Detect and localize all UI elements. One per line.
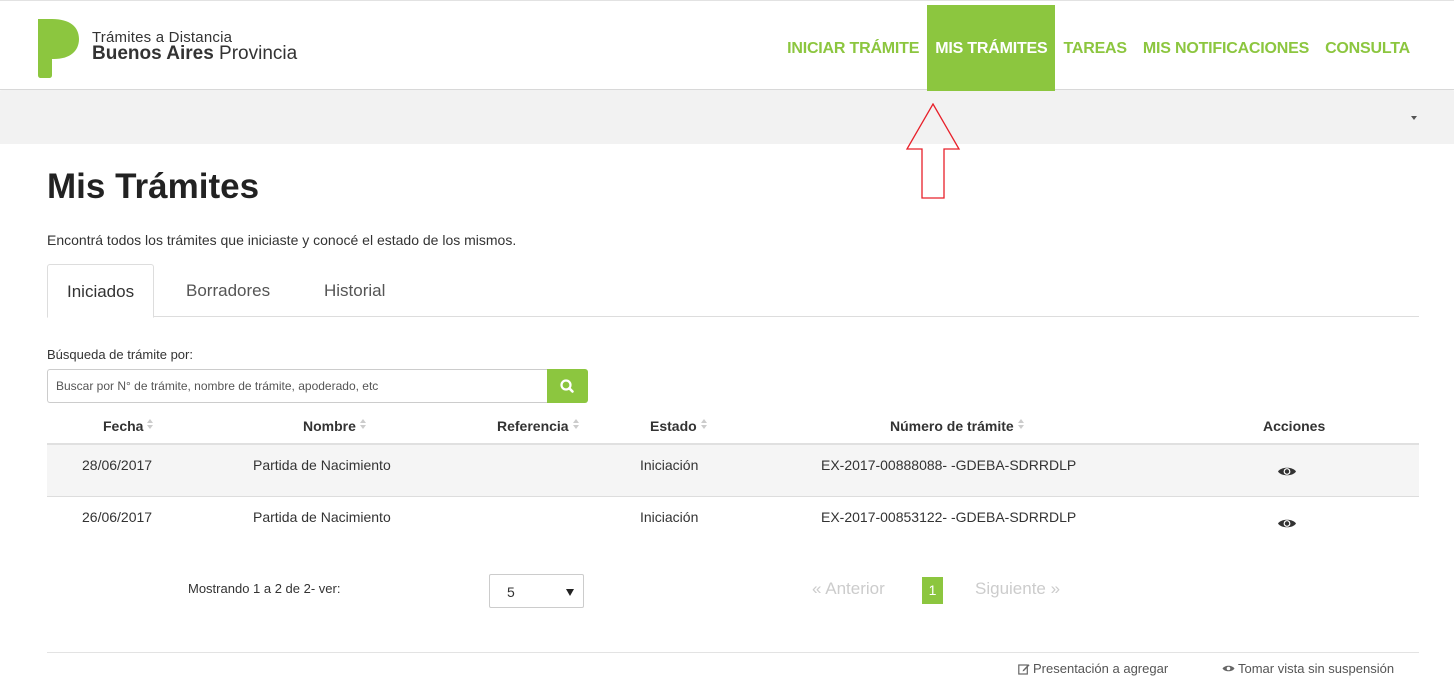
user-menu-caret-icon[interactable] (1411, 116, 1417, 120)
sort-icon (572, 419, 580, 431)
tab-borradores[interactable]: Borradores (167, 264, 289, 317)
showing-count: Mostrando 1 a 2 de 2- ver: (188, 581, 341, 596)
annotation-arrow-up-icon (905, 103, 961, 199)
cell-fecha: 26/06/2017 (82, 509, 153, 525)
tomar-vista-link[interactable]: Tomar vista sin suspensión (1222, 661, 1394, 676)
footer-divider (47, 652, 1419, 653)
eye-icon (1222, 665, 1235, 672)
nav-mis-tramites[interactable]: MIS TRÁMITES (927, 5, 1056, 91)
tabs-bar: Iniciados Borradores Historial (47, 264, 1419, 318)
col-header-referencia-label: Referencia (497, 418, 569, 434)
nav-consulta[interactable]: CONSULTA (1317, 5, 1418, 91)
presentacion-agregar-link[interactable]: Presentación a agregar (1018, 661, 1168, 676)
pagination-page-1[interactable]: 1 (922, 577, 943, 604)
nav-mis-notificaciones[interactable]: MIS NOTIFICACIONES (1135, 5, 1317, 91)
sub-bar (0, 91, 1454, 144)
nav-iniciar-tramite[interactable]: INICIAR TRÁMITE (779, 5, 927, 91)
cell-fecha: 28/06/2017 (82, 457, 153, 473)
main-nav: INICIAR TRÁMITE MIS TRÁMITES TAREAS MIS … (779, 5, 1418, 91)
col-header-nombre-label: Nombre (303, 418, 356, 434)
brand-text[interactable]: Trámites a Distancia Buenos Aires Provin… (92, 30, 298, 64)
top-header: Trámites a Distancia Buenos Aires Provin… (0, 0, 1454, 91)
page-size-select[interactable]: 5 (489, 574, 584, 608)
col-header-fecha-label: Fecha (103, 418, 144, 434)
col-header-numero[interactable]: Número de trámite (890, 418, 1025, 434)
presentacion-agregar-label: Presentación a agregar (1033, 661, 1169, 676)
nav-tareas[interactable]: TAREAS (1055, 5, 1134, 91)
search-label: Búsqueda de trámite por: (47, 347, 193, 362)
col-header-numero-label: Número de trámite (890, 418, 1014, 434)
tomar-vista-label: Tomar vista sin suspensión (1238, 661, 1395, 676)
cell-nombre: Partida de Nacimiento (253, 509, 391, 525)
col-header-estado[interactable]: Estado (650, 418, 708, 434)
tab-historial[interactable]: Historial (305, 264, 404, 317)
col-header-acciones: Acciones (1263, 418, 1326, 434)
search-input[interactable] (48, 370, 547, 402)
province-logo[interactable] (34, 17, 80, 79)
col-header-referencia[interactable]: Referencia (497, 418, 580, 434)
page-title: Mis Trámites (47, 167, 260, 206)
edit-icon (1018, 663, 1030, 675)
tab-iniciados[interactable]: Iniciados (47, 264, 155, 318)
cell-numero: EX-2017-00853122- -GDEBA-SDRRDLP (821, 509, 1077, 525)
search-icon (560, 379, 574, 393)
sort-icon (700, 419, 708, 431)
page-size-value: 5 (507, 584, 515, 600)
sort-icon (359, 419, 367, 431)
eye-icon[interactable] (1277, 465, 1297, 478)
brand-bold: Buenos Aires (92, 43, 214, 64)
eye-icon[interactable] (1277, 517, 1297, 530)
sort-icon (1017, 419, 1025, 431)
search-box (47, 369, 547, 403)
cell-nombre: Partida de Nacimiento (253, 457, 391, 473)
page-subtitle: Encontrá todos los trámites que iniciast… (47, 232, 517, 248)
brand-rest: Provincia (213, 43, 298, 64)
col-header-estado-label: Estado (650, 418, 697, 434)
pagination-next[interactable]: Siguiente » (975, 579, 1060, 599)
search-button[interactable] (547, 369, 588, 403)
table-row: 26/06/2017 Partida de Nacimiento Iniciac… (47, 497, 1419, 549)
brand-line-2: Buenos Aires Provincia (92, 43, 298, 64)
col-header-nombre[interactable]: Nombre (303, 418, 367, 434)
cell-estado: Iniciación (640, 457, 699, 473)
pagination-prev[interactable]: « Anterior (812, 579, 885, 599)
sort-icon (146, 419, 154, 431)
cell-numero: EX-2017-00888088- -GDEBA-SDRRDLP (821, 457, 1077, 473)
chevron-down-icon (566, 589, 574, 596)
cell-estado: Iniciación (640, 509, 699, 525)
col-header-fecha[interactable]: Fecha (103, 418, 154, 434)
table-row: 28/06/2017 Partida de Nacimiento Iniciac… (47, 445, 1419, 497)
